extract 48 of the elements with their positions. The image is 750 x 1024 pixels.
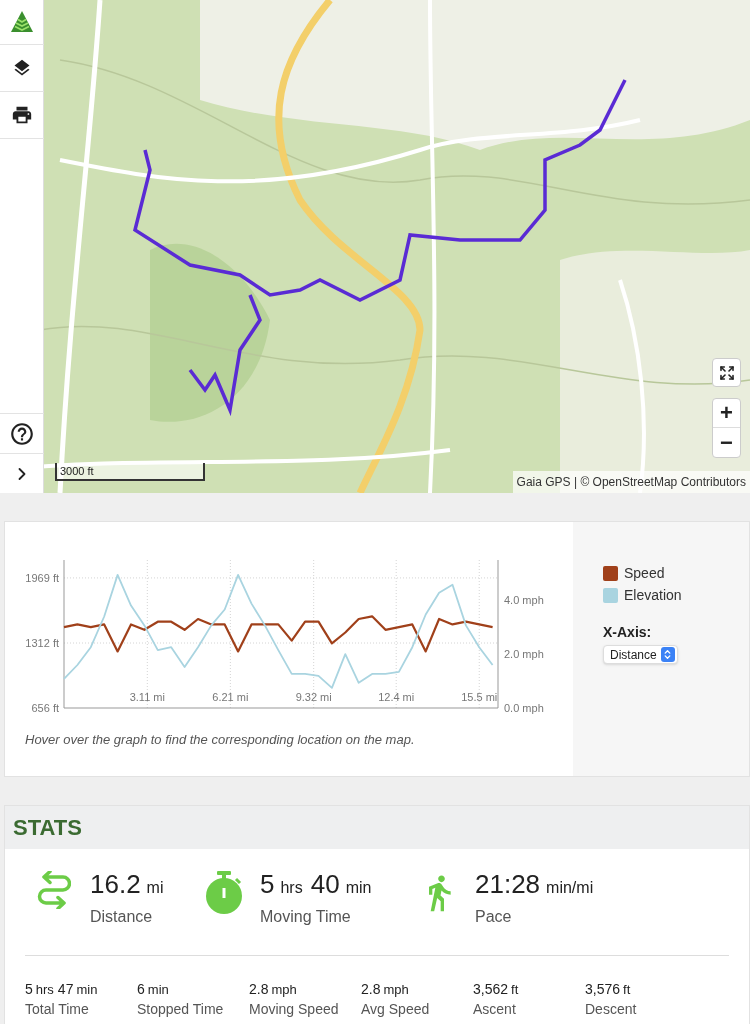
stat-label: Distance — [90, 907, 154, 927]
stopwatch-icon — [205, 871, 243, 915]
stats-title: STATS — [13, 814, 82, 842]
stat-label: Avg Speed — [361, 1000, 431, 1019]
chart-hint: Hover over the graph to find the corresponding location on the map. — [25, 731, 416, 749]
stat-label: Moving Speed — [249, 1000, 340, 1019]
axis-label: 0.0 mph — [504, 702, 544, 714]
axis-label: 9.32 mi — [295, 691, 332, 703]
legend-label: Elevation — [624, 585, 682, 605]
axis-label: 6.21 mi — [212, 691, 249, 703]
help-icon — [9, 420, 35, 447]
axis-label: 2.0 mph — [504, 648, 544, 661]
swap-arrows-icon — [37, 871, 71, 909]
logo-icon — [10, 10, 34, 34]
x-axis-select[interactable]: Distance — [603, 645, 678, 664]
axis-label: 1312 ft — [25, 637, 59, 649]
printer-icon — [11, 104, 33, 126]
stat-value: 3,562 ft — [473, 980, 520, 999]
fullscreen-icon — [718, 364, 735, 381]
scale-bar: 3000 ft — [55, 463, 205, 481]
legend-label: Speed — [624, 563, 665, 583]
stat-label: Total Time — [25, 1000, 90, 1019]
zoom-out-button[interactable]: − — [713, 428, 740, 457]
fullscreen-button[interactable] — [712, 358, 741, 387]
x-axis-label: X-Axis: — [603, 623, 653, 642]
map-attribution: Gaia GPS | © OpenStreetMap Contributors — [512, 471, 750, 493]
axis-label: 3.11 mi — [129, 691, 165, 703]
layers-icon — [12, 58, 32, 78]
stat-label: Moving Time — [260, 907, 352, 927]
axis-label: 656 ft — [31, 702, 59, 714]
zoom-in-button[interactable]: + — [713, 399, 740, 428]
stat-value: 3,576 ft — [585, 980, 632, 999]
stat-value: 2.8 mph — [361, 980, 410, 999]
stat-value: 6 min — [137, 980, 170, 999]
stat-value: 5 hrs 40 min — [260, 869, 373, 901]
stat-label: Descent — [585, 1000, 638, 1019]
stat-label: Ascent — [473, 1000, 517, 1019]
axis-label: 1969 ft — [25, 571, 59, 584]
stat-value: 21:28 min/mi — [475, 869, 595, 901]
axis-label: 12.4 mi — [378, 691, 415, 703]
select-arrows-icon — [660, 647, 675, 662]
axis-label: 4.0 mph — [504, 594, 544, 607]
stat-label: Stopped Time — [137, 1000, 225, 1019]
axis-label: 15.5 mi — [461, 691, 498, 703]
stat-value: 5 hrs 47 min — [25, 980, 99, 999]
stat-label: Pace — [475, 907, 513, 927]
stat-value: 16.2 mi — [90, 869, 165, 901]
stat-value: 2.8 mph — [249, 980, 298, 999]
